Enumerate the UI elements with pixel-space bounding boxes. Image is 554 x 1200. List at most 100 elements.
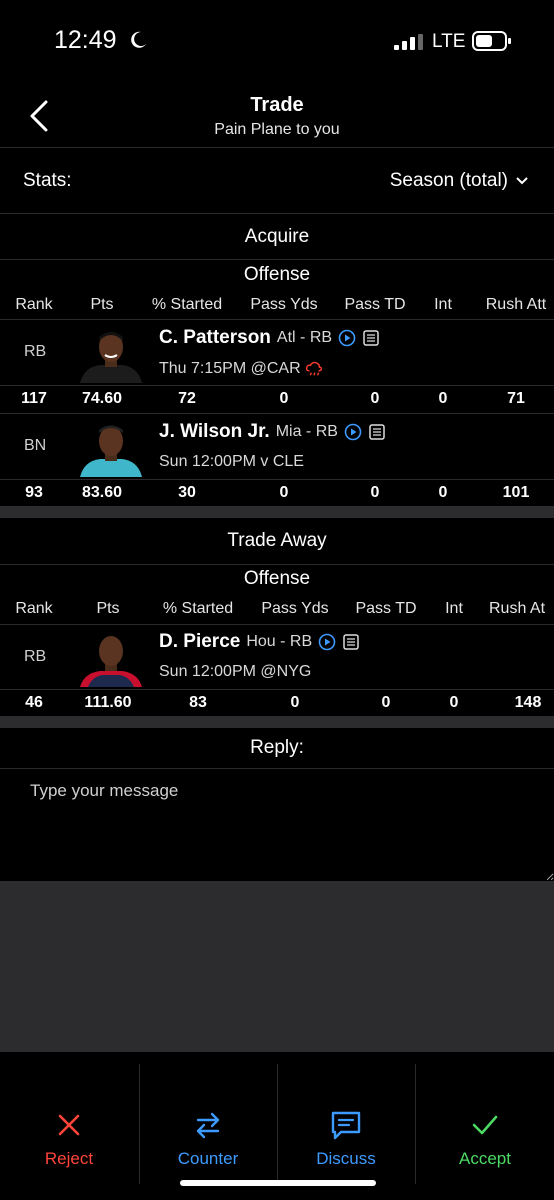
col-int[interactable]: Int	[434, 600, 474, 618]
player-stats-row: 93 83.60 30 0 0 0 101	[0, 484, 554, 508]
player-team-position: Hou - RB	[246, 633, 313, 650]
stat-rank: 93	[25, 484, 43, 501]
stat-int: 0	[438, 390, 448, 407]
stat-int: 0	[438, 484, 448, 501]
counter-button[interactable]: Counter	[139, 1064, 277, 1184]
stat-pts: 83.60	[81, 484, 123, 501]
counter-label: Counter	[177, 1149, 239, 1168]
player-name-row[interactable]: D. Pierce Hou - RB	[159, 631, 360, 653]
stat-started: 72	[178, 390, 196, 407]
stat-rush-att: 148	[514, 694, 542, 711]
col-rank[interactable]: Rank	[10, 600, 58, 618]
player-avatar[interactable]	[78, 327, 144, 383]
trade-away-group-title: Offense	[243, 568, 311, 589]
stat-pass-td: 0	[370, 484, 380, 501]
stat-pass-td: 0	[370, 390, 380, 407]
player-team-position: Atl - RB	[276, 329, 333, 346]
home-indicator[interactable]	[180, 1180, 376, 1186]
accept-label: Accept	[459, 1149, 511, 1168]
player-avatar[interactable]	[78, 631, 144, 687]
acquire-group-title: Offense	[243, 264, 311, 285]
player-name[interactable]: C. Patterson	[159, 327, 271, 349]
battery-icon	[472, 31, 511, 51]
game-info: Sun 12:00PM v CLE	[159, 453, 304, 470]
player-notes-icon[interactable]	[368, 423, 386, 441]
weather-alert-icon[interactable]	[305, 360, 323, 378]
moon-icon	[131, 31, 146, 48]
player-avatar[interactable]	[78, 421, 144, 477]
col-pts[interactable]: Pts	[78, 296, 126, 314]
stats-period-value: Season (total)	[389, 170, 508, 191]
col-rush-att[interactable]: Rush Att	[478, 296, 554, 314]
player-name[interactable]: D. Pierce	[159, 631, 240, 653]
section-separator	[0, 716, 554, 728]
stat-pass-td: 0	[381, 694, 391, 711]
reject-label: Reject	[44, 1149, 94, 1168]
trade-away-column-headers: Rank Pts % Started Pass Yds Pass TD Int …	[0, 600, 554, 624]
col-started[interactable]: % Started	[142, 296, 232, 314]
game-info: Thu 7:15PM @CAR	[159, 360, 301, 377]
roster-slot: RB	[24, 343, 47, 360]
page-subtitle: Pain Plane to you	[214, 121, 340, 138]
player-notes-icon[interactable]	[342, 633, 360, 651]
stats-period-select[interactable]: Season (total)	[390, 170, 528, 192]
accept-button[interactable]: Accept	[416, 1064, 554, 1184]
stat-pts: 74.60	[81, 390, 123, 407]
discuss-button[interactable]: Discuss	[277, 1064, 415, 1184]
stat-int: 0	[449, 694, 459, 711]
video-play-icon[interactable]	[338, 329, 356, 347]
stat-pass-yds: 0	[279, 390, 289, 407]
chevron-down-icon	[516, 177, 528, 185]
col-pass-td[interactable]: Pass TD	[349, 600, 423, 618]
stat-rank: 46	[25, 694, 43, 711]
stat-rank: 117	[21, 390, 47, 407]
stat-rush-att: 71	[507, 390, 525, 407]
chat-bubble-icon	[331, 1111, 361, 1140]
player-team-position: Mia - RB	[275, 423, 338, 440]
stats-label: Stats:	[23, 170, 72, 191]
page-title: Trade	[250, 94, 304, 116]
stat-rush-att: 101	[502, 484, 530, 501]
roster-slot: RB	[24, 648, 47, 665]
close-icon	[58, 1114, 80, 1136]
reject-button[interactable]: Reject	[0, 1064, 138, 1184]
empty-panel	[0, 881, 554, 1052]
status-time: 12:49	[54, 26, 117, 54]
col-int[interactable]: Int	[423, 296, 463, 314]
video-play-icon[interactable]	[318, 633, 336, 651]
game-info: Sun 12:00PM @NYG	[159, 663, 312, 680]
player-name[interactable]: J. Wilson Jr.	[159, 421, 270, 443]
trade-action-bar: Reject Counter Discuss Accept	[0, 1052, 554, 1200]
stat-started: 30	[178, 484, 196, 501]
reply-title: Reply:	[250, 737, 304, 758]
player-name-row[interactable]: J. Wilson Jr. Mia - RB	[159, 421, 386, 443]
stat-pass-yds: 0	[290, 694, 300, 711]
player-game-row: Sun 12:00PM v CLE	[159, 453, 304, 471]
col-pass-td[interactable]: Pass TD	[338, 296, 412, 314]
col-pts[interactable]: Pts	[84, 600, 132, 618]
player-game-row: Thu 7:15PM @CAR	[159, 360, 323, 378]
network-type: LTE	[432, 31, 466, 52]
roster-slot: BN	[24, 437, 47, 454]
col-pass-yds[interactable]: Pass Yds	[256, 600, 334, 618]
col-started[interactable]: % Started	[153, 600, 243, 618]
acquire-column-headers: Rank Pts % Started Pass Yds Pass TD Int …	[0, 296, 554, 320]
player-game-row: Sun 12:00PM @NYG	[159, 663, 311, 681]
checkmark-icon	[472, 1115, 498, 1135]
video-play-icon[interactable]	[344, 423, 362, 441]
message-input[interactable]	[0, 769, 554, 881]
player-stats-row: 46 111.60 83 0 0 0 148	[0, 694, 554, 718]
swap-arrows-icon	[196, 1112, 220, 1139]
col-rank[interactable]: Rank	[10, 296, 58, 314]
stat-started: 83	[189, 694, 207, 711]
discuss-label: Discuss	[316, 1149, 376, 1168]
col-pass-yds[interactable]: Pass Yds	[245, 296, 323, 314]
signal-icon	[394, 34, 423, 50]
player-name-row[interactable]: C. Patterson Atl - RB	[159, 327, 380, 349]
stat-pts: 111.60	[84, 694, 132, 711]
trade-away-title: Trade Away	[227, 530, 327, 551]
acquire-title: Acquire	[244, 226, 310, 247]
col-rush-att[interactable]: Rush At	[489, 600, 554, 618]
player-notes-icon[interactable]	[362, 329, 380, 347]
player-stats-row: 117 74.60 72 0 0 0 71	[0, 390, 554, 414]
